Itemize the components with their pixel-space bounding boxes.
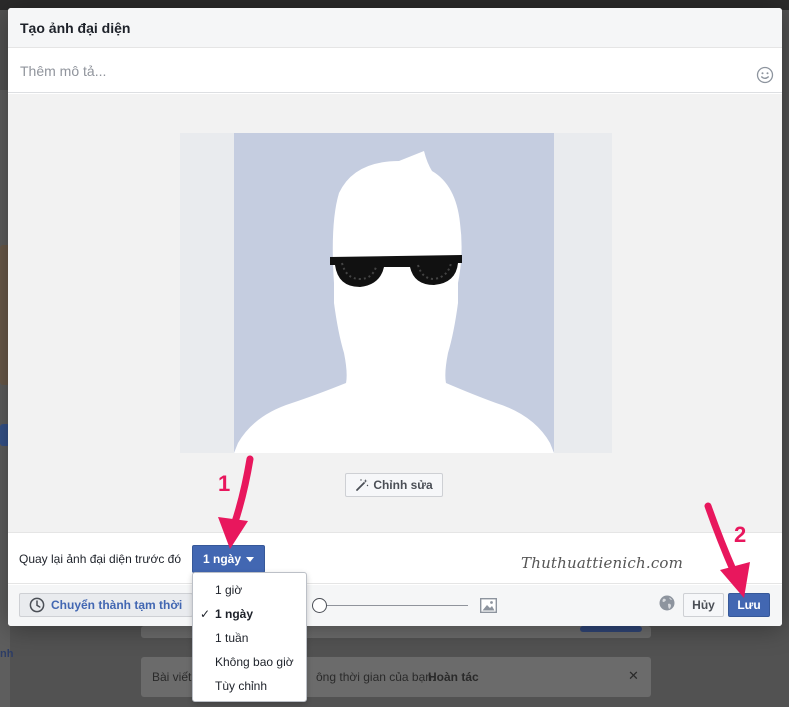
checkmark-icon: ✓	[200, 607, 211, 621]
default-avatar-image	[234, 133, 554, 453]
menu-item-never[interactable]: Không bao giờ	[193, 650, 306, 674]
menu-item-label: 1 ngày	[215, 607, 254, 621]
chevron-down-icon	[246, 556, 254, 562]
zoom-slider-track[interactable]	[318, 605, 468, 606]
edit-photo-label: Chỉnh sửa	[373, 478, 433, 492]
zoom-slider-handle[interactable]	[312, 598, 327, 613]
photo-crop-frame[interactable]	[180, 133, 612, 453]
make-temporary-label: Chuyển thành tạm thời	[51, 598, 183, 612]
revert-label: Quay lại ảnh đại diện trước đó	[19, 552, 181, 566]
menu-item-1-day[interactable]: ✓ 1 ngày	[193, 602, 306, 626]
background-post-button	[580, 626, 642, 632]
dialog-title: Tạo ảnh đại diện	[20, 20, 131, 36]
menu-item-1-hour[interactable]: 1 giờ	[193, 578, 306, 602]
duration-dropdown-menu: 1 giờ ✓ 1 ngày 1 tuần Không bao giờ Tùy …	[192, 572, 307, 702]
make-temporary-button[interactable]: Chuyển thành tạm thời	[19, 593, 193, 617]
background-side-link[interactable]: nh	[0, 648, 13, 660]
annotation-arrow-1-icon	[218, 455, 254, 549]
globe-icon[interactable]	[659, 595, 675, 611]
dialog-footer: Chuyển thành tạm thời Hủy Lưu	[8, 585, 782, 626]
dialog-header: Tạo ảnh đại diện	[8, 8, 782, 48]
edit-photo-button[interactable]: Chỉnh sửa	[345, 473, 443, 497]
create-profile-picture-dialog: Tạo ảnh đại diện Thêm mô tả... Chỉnh sửa…	[8, 8, 782, 626]
photo-preview-area: Chỉnh sửa	[8, 94, 782, 532]
description-input[interactable]	[20, 63, 720, 79]
background-close-icon[interactable]: ✕	[628, 668, 639, 684]
background-notice-prefix: Bài viết	[152, 670, 192, 684]
description-area	[8, 49, 782, 93]
menu-item-custom[interactable]: Tùy chỉnh	[193, 674, 306, 698]
background-notice-suffix: ông thời gian của bạn.	[316, 670, 436, 684]
emoji-icon[interactable]	[756, 66, 774, 84]
site-watermark: Thuthuattienich.com	[521, 554, 684, 572]
annotation-arrow-2-icon	[704, 502, 750, 598]
menu-item-label: 1 tuần	[215, 631, 249, 645]
menu-item-1-week[interactable]: 1 tuần	[193, 626, 306, 650]
menu-item-label: Tùy chỉnh	[215, 679, 268, 693]
clock-icon	[29, 597, 45, 613]
image-zoom-icon	[480, 598, 497, 613]
background-undo-link[interactable]: Hoàn tác	[428, 670, 479, 684]
menu-item-label: Không bao giờ	[215, 655, 294, 669]
menu-item-label: 1 giờ	[215, 583, 243, 597]
magic-wand-icon	[356, 479, 369, 491]
revert-row: Quay lại ảnh đại diện trước đó 1 ngày Th…	[8, 532, 782, 584]
